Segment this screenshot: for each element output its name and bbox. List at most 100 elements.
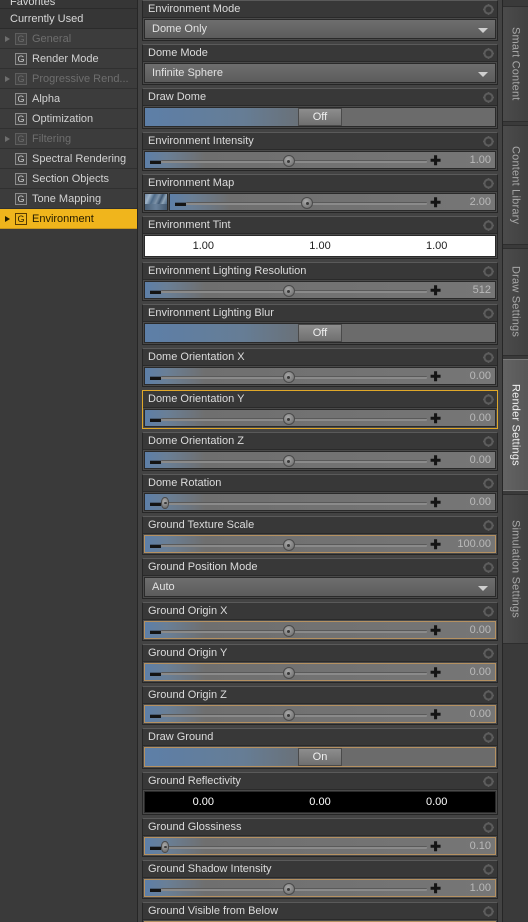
environment-map-thumbnail[interactable]	[144, 193, 168, 211]
increment-icon[interactable]: ✚	[430, 370, 441, 383]
gear-icon[interactable]	[483, 92, 494, 103]
slider-track[interactable]	[161, 846, 427, 849]
gear-icon[interactable]	[483, 906, 494, 917]
slider-handle[interactable]	[282, 371, 295, 383]
gear-icon[interactable]	[483, 562, 494, 573]
toggle-state-button[interactable]: On	[298, 748, 342, 766]
decrement-icon[interactable]: ▬	[150, 372, 161, 383]
right-tab-strip[interactable]: Smart Content Content Library Draw Setting…	[502, 0, 528, 922]
slider-dome-orientation-y[interactable]: ▬ ✚ 0.00	[144, 409, 496, 427]
slider-dome-rotation[interactable]: ▬ ✚ 0.00	[144, 493, 496, 511]
slider-handle[interactable]	[301, 197, 314, 209]
tab-simulation-settings[interactable]: Simulation Settings	[503, 494, 528, 644]
chevron-down-icon[interactable]	[478, 28, 488, 33]
gear-icon[interactable]	[483, 690, 494, 701]
toggle-environment-lighting-blur[interactable]: Off	[144, 323, 496, 343]
gear-icon[interactable]	[483, 732, 494, 743]
decrement-icon[interactable]: ▬	[150, 498, 161, 509]
gear-icon[interactable]	[483, 4, 494, 15]
sidebar-group-currently-used[interactable]: Currently Used	[0, 9, 137, 29]
color-channel-value[interactable]: 1.00	[145, 240, 262, 252]
slider-handle[interactable]	[282, 883, 295, 895]
slider-value[interactable]: 512	[445, 284, 491, 296]
sidebar-item-render-mode[interactable]: G Render Mode	[0, 49, 137, 69]
color-channel-value[interactable]: 0.00	[262, 796, 379, 808]
gear-icon[interactable]	[483, 822, 494, 833]
slider-handle[interactable]	[161, 497, 169, 509]
gear-icon[interactable]	[483, 648, 494, 659]
chevron-right-icon[interactable]	[5, 135, 13, 142]
slider-handle[interactable]	[282, 455, 295, 467]
slider-value[interactable]: 0.00	[445, 624, 491, 636]
decrement-icon[interactable]: ▬	[150, 414, 161, 425]
sidebar-group-favorites[interactable]: Favorites	[0, 0, 137, 9]
slider-value[interactable]: 2.00	[445, 196, 491, 208]
increment-icon[interactable]: ✚	[430, 538, 441, 551]
slider-ground-origin-y[interactable]: ▬ ✚ 0.00	[144, 663, 496, 681]
chevron-right-icon[interactable]	[5, 75, 13, 82]
toggle-draw-dome[interactable]: Off	[144, 107, 496, 127]
increment-icon[interactable]: ✚	[430, 840, 441, 853]
tab-content-library[interactable]: Content Library	[503, 125, 528, 245]
sidebar-item-general[interactable]: G General	[0, 29, 137, 49]
gear-icon[interactable]	[483, 48, 494, 59]
chevron-down-icon[interactable]	[478, 586, 488, 591]
slider-value[interactable]: 1.00	[445, 154, 491, 166]
gear-icon[interactable]	[483, 352, 494, 363]
slider-value[interactable]: 0.00	[445, 708, 491, 720]
gear-icon[interactable]	[483, 606, 494, 617]
increment-icon[interactable]: ✚	[430, 666, 441, 679]
slider-dome-orientation-z[interactable]: ▬ ✚ 0.00	[144, 451, 496, 469]
slider-environment-lighting-resolution[interactable]: ▬ ✚ 512	[144, 281, 496, 299]
decrement-icon[interactable]: ▬	[150, 540, 161, 551]
slider-value[interactable]: 1.00	[445, 882, 491, 894]
decrement-icon[interactable]: ▬	[150, 456, 161, 467]
slider-handle[interactable]	[161, 841, 169, 853]
gear-icon[interactable]	[483, 864, 494, 875]
increment-icon[interactable]: ✚	[430, 454, 441, 467]
slider-value[interactable]: 0.00	[445, 412, 491, 424]
slider-handle[interactable]	[282, 155, 295, 167]
slider-value[interactable]: 0.00	[445, 454, 491, 466]
slider-handle[interactable]	[282, 413, 295, 425]
decrement-icon[interactable]: ▬	[150, 884, 161, 895]
toggle-state-button[interactable]: Off	[298, 108, 342, 126]
slider-value[interactable]: 100.00	[445, 538, 491, 550]
increment-icon[interactable]: ✚	[430, 882, 441, 895]
sidebar-item-environment[interactable]: G Environment	[0, 209, 137, 229]
gear-icon[interactable]	[483, 394, 494, 405]
gear-icon[interactable]	[483, 220, 494, 231]
dropdown-dome-mode[interactable]: Infinite Sphere	[144, 63, 496, 83]
chevron-down-icon[interactable]	[478, 72, 488, 77]
toggle-state-button[interactable]: Off	[298, 324, 342, 342]
decrement-icon[interactable]: ▬	[150, 286, 161, 297]
gear-icon[interactable]	[483, 436, 494, 447]
increment-icon[interactable]: ✚	[430, 284, 441, 297]
sidebar-item-optimization[interactable]: G Optimization	[0, 109, 137, 129]
slider-value[interactable]: 0.00	[445, 666, 491, 678]
increment-icon[interactable]: ✚	[430, 624, 441, 637]
slider-environment-intensity[interactable]: ▬ ✚ 1.00	[144, 151, 496, 169]
slider-ground-origin-x[interactable]: ▬ ✚ 0.00	[144, 621, 496, 639]
slider-handle[interactable]	[282, 625, 295, 637]
decrement-icon[interactable]: ▬	[175, 198, 186, 209]
dropdown-environment-mode[interactable]: Dome Only	[144, 19, 496, 39]
decrement-icon[interactable]: ▬	[150, 710, 161, 721]
increment-icon[interactable]: ✚	[430, 708, 441, 721]
sidebar-item-progressive-rend[interactable]: G Progressive Rend...	[0, 69, 137, 89]
sidebar-item-tone-mapping[interactable]: G Tone Mapping	[0, 189, 137, 209]
environment-properties-panel[interactable]: Environment Mode Dome Only Dome Mode Infini…	[138, 0, 502, 922]
slider-environment-map[interactable]: ▬ ✚ 2.00	[169, 193, 496, 211]
decrement-icon[interactable]: ▬	[150, 156, 161, 167]
settings-category-sidebar[interactable]: Favorites Currently Used G General G Render…	[0, 0, 138, 922]
slider-dome-orientation-x[interactable]: ▬ ✚ 0.00	[144, 367, 496, 385]
slider-ground-glossiness[interactable]: ▬ ✚ 0.10	[144, 837, 496, 855]
gear-icon[interactable]	[483, 478, 494, 489]
gear-icon[interactable]	[483, 776, 494, 787]
increment-icon[interactable]: ✚	[430, 196, 441, 209]
slider-handle[interactable]	[282, 667, 295, 679]
color-swatch-environment-tint[interactable]: 1.00 1.00 1.00	[144, 235, 496, 257]
slider-value[interactable]: 0.10	[445, 840, 491, 852]
sidebar-item-spectral-rendering[interactable]: G Spectral Rendering	[0, 149, 137, 169]
sidebar-item-alpha[interactable]: G Alpha	[0, 89, 137, 109]
